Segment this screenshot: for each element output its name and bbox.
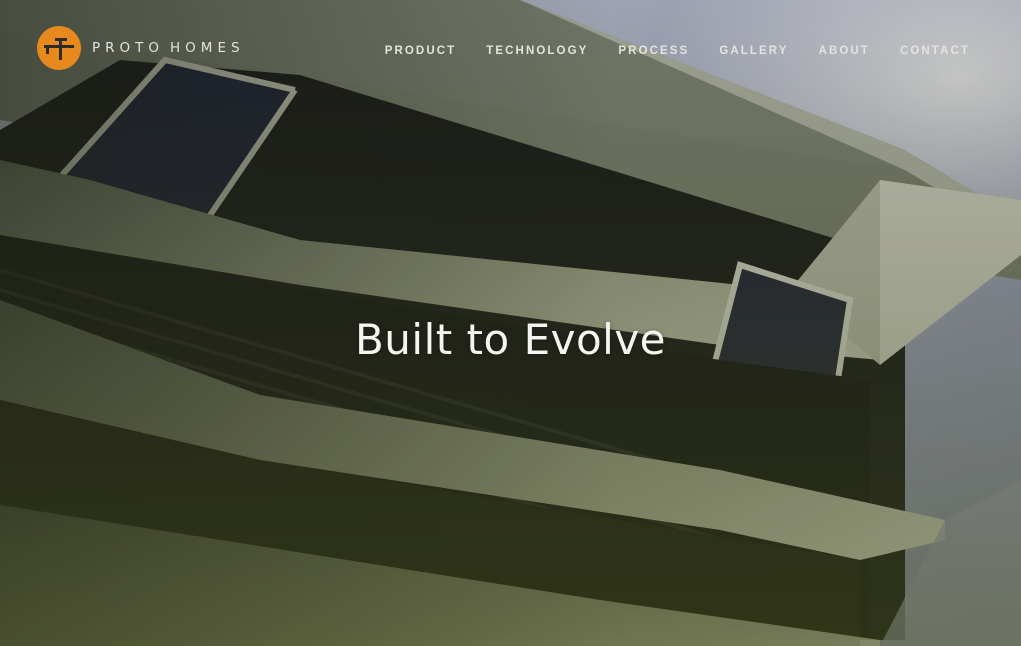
brand-name: PROTO HOMES	[92, 40, 245, 56]
proto-homes-logo-icon	[37, 26, 81, 70]
nav-link-about[interactable]: ABOUT	[819, 45, 870, 57]
brand-name-first: PROTO	[92, 40, 165, 56]
hero-section: PROTO HOMES PRODUCT TECHNOLOGY PROCESS GA…	[0, 0, 1021, 646]
nav-item: ABOUT	[819, 41, 870, 59]
nav-link-product[interactable]: PRODUCT	[385, 45, 457, 57]
hero-headline: Built to Evolve	[354, 315, 667, 364]
nav-link-contact[interactable]: CONTACT	[900, 45, 970, 57]
nav-item: PROCESS	[618, 41, 689, 59]
nav-item: TECHNOLOGY	[486, 41, 588, 59]
nav-list: PRODUCT TECHNOLOGY PROCESS GALLERY ABOUT…	[385, 41, 970, 59]
nav-link-gallery[interactable]: GALLERY	[719, 45, 788, 57]
nav-link-technology[interactable]: TECHNOLOGY	[486, 45, 588, 57]
nav-item: CONTACT	[900, 41, 970, 59]
nav-link-process[interactable]: PROCESS	[618, 45, 689, 57]
nav-item: PRODUCT	[385, 41, 457, 59]
site-header: PROTO HOMES PRODUCT TECHNOLOGY PROCESS GA…	[0, 0, 1021, 96]
logo-link[interactable]: PROTO HOMES	[37, 25, 245, 71]
nav-item: GALLERY	[719, 41, 788, 59]
brand-name-second: HOMES	[170, 40, 245, 56]
